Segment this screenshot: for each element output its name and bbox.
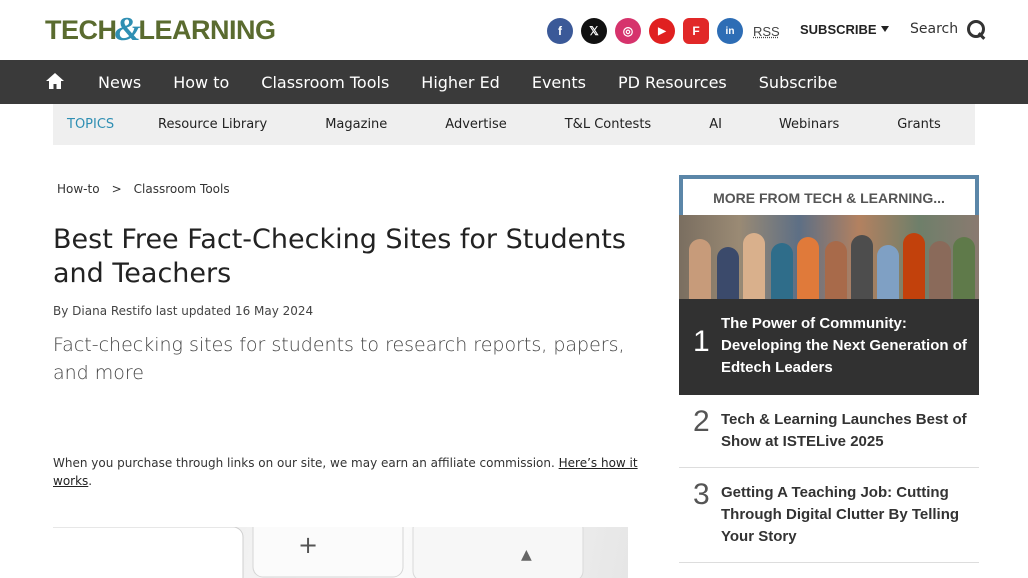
topics-bar: TOPICS Resource Library Magazine Adverti…: [53, 104, 975, 145]
logo-text-learning: LEARNING: [138, 14, 276, 45]
featured-story[interactable]: 1 The Power of Community: Developing the…: [679, 215, 979, 395]
topic-resource-library[interactable]: Resource Library: [158, 117, 267, 132]
svg-text:+: +: [298, 531, 318, 559]
svg-text:▲: ▲: [521, 547, 532, 563]
topic-tl-contests[interactable]: T&L Contests: [565, 117, 651, 132]
subscribe-dropdown[interactable]: SUBSCRIBE: [800, 22, 889, 37]
nav-item-classroom-tools[interactable]: Classroom Tools: [245, 73, 405, 92]
author-link[interactable]: Diana Restifo: [72, 304, 152, 318]
article-title: Best Free Fact-Checking Sites for Studen…: [53, 224, 626, 289]
site-logo[interactable]: TECH & LEARNING: [45, 11, 276, 48]
breadcrumb-how-to[interactable]: How-to: [57, 182, 100, 196]
topic-grants[interactable]: Grants: [897, 117, 941, 132]
site-header: TECH & LEARNING f 𝕏 ◎ ▶ F in RSS SUBSCRI…: [0, 0, 1028, 60]
byline-prefix: By: [53, 304, 69, 318]
sidebar-story[interactable]: 3 Getting A Teaching Job: Cutting Throug…: [679, 468, 979, 563]
topics-label: TOPICS: [67, 117, 115, 132]
search-icon: [966, 18, 986, 40]
affiliate-text: When you purchase through links on our s…: [53, 456, 555, 470]
home-icon[interactable]: [45, 72, 65, 90]
facebook-icon[interactable]: f: [547, 18, 573, 44]
rss-link[interactable]: RSS: [753, 24, 780, 39]
topic-magazine[interactable]: Magazine: [325, 117, 387, 132]
logo-text-tech: TECH: [45, 14, 117, 45]
nav-item-events[interactable]: Events: [516, 73, 602, 92]
featured-rank: 1: [693, 325, 710, 358]
social-links: f 𝕏 ◎ ▶ F in RSS: [547, 18, 780, 44]
affiliate-disclaimer: When you purchase through links on our s…: [53, 454, 653, 490]
breadcrumb-separator: >: [111, 182, 122, 196]
youtube-icon[interactable]: ▶: [649, 18, 675, 44]
flipboard-icon[interactable]: F: [683, 18, 709, 44]
topic-ai[interactable]: AI: [709, 117, 722, 132]
story-rank: 3: [693, 478, 710, 511]
keyboard-illustration: + ▲: [53, 527, 584, 578]
breadcrumb-classroom-tools[interactable]: Classroom Tools: [134, 182, 230, 196]
byline: By Diana Restifo last updated 16 May 202…: [53, 304, 313, 318]
sidebar-story[interactable]: 2 Tech & Learning Launches Best of Show …: [679, 395, 979, 468]
logo-ampersand: &: [114, 11, 141, 48]
publish-date: 16 May 2024: [234, 304, 314, 318]
nav-item-how-to[interactable]: How to: [157, 73, 245, 92]
x-icon[interactable]: 𝕏: [581, 18, 607, 44]
main-nav: News How to Classroom Tools Higher Ed Ev…: [0, 60, 1028, 104]
nav-item-subscribe[interactable]: Subscribe: [743, 73, 854, 92]
story-rank: 2: [693, 405, 710, 438]
instagram-icon[interactable]: ◎: [615, 18, 641, 44]
nav-item-news[interactable]: News: [82, 73, 157, 92]
hero-image-keyboard: + ▲: [53, 527, 628, 578]
featured-photo: [679, 215, 979, 299]
article-subtitle: Fact-checking sites for students to rese…: [53, 334, 625, 384]
caret-down-icon: [880, 26, 889, 32]
story-title[interactable]: Getting A Teaching Job: Cutting Through …: [721, 482, 969, 548]
sidebar-heading: MORE FROM TECH & LEARNING...: [679, 175, 979, 215]
topic-webinars[interactable]: Webinars: [779, 117, 839, 132]
updated-label: last updated: [155, 304, 232, 318]
story-title[interactable]: Tech & Learning Launches Best of Show at…: [721, 409, 969, 453]
breadcrumb: How-to > Classroom Tools: [57, 182, 230, 196]
nav-item-pd-resources[interactable]: PD Resources: [602, 73, 743, 92]
featured-title[interactable]: The Power of Community: Developing the N…: [721, 313, 971, 379]
affiliate-end: .: [88, 474, 93, 488]
search-label: Search: [910, 21, 959, 37]
linkedin-icon[interactable]: in: [717, 18, 743, 44]
topic-advertise[interactable]: Advertise: [445, 117, 506, 132]
search-button[interactable]: Search: [910, 18, 986, 40]
nav-item-higher-ed[interactable]: Higher Ed: [405, 73, 516, 92]
subscribe-label: SUBSCRIBE: [800, 22, 877, 37]
more-from-sidebar: MORE FROM TECH & LEARNING... 1 The Power…: [679, 175, 979, 563]
